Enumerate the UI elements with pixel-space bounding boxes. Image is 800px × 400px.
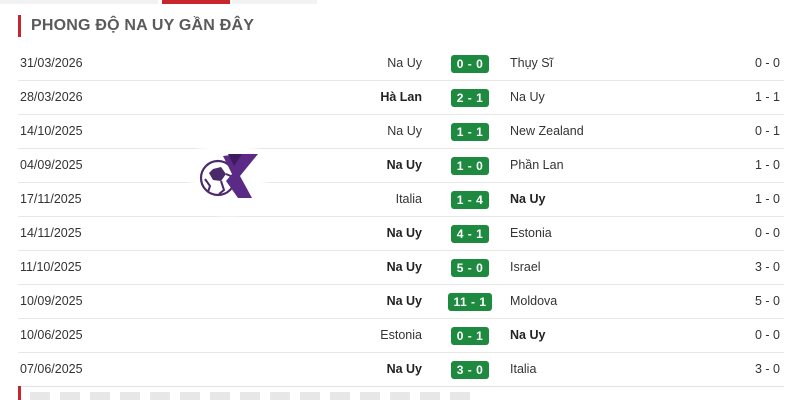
away-team[interactable]: Na Uy [510, 319, 545, 352]
match-date: 11/10/2025 [20, 260, 82, 274]
match-row[interactable]: 28/03/2026 Hà Lan 2 - 1 Na Uy 1 - 1 [18, 81, 784, 115]
watermark-logo [186, 134, 270, 218]
match-row[interactable]: 04/09/2025 Na Uy 1 - 0 Phần Lan 1 - 0 [18, 149, 784, 183]
score-badge[interactable]: 2 - 1 [451, 88, 489, 107]
away-team[interactable]: Phần Lan [510, 149, 564, 182]
away-team[interactable]: Estonia [510, 217, 552, 250]
score-badge[interactable]: 3 - 0 [451, 360, 489, 379]
next-section-accent-bar [18, 386, 21, 400]
match-row[interactable]: 14/10/2025 Na Uy 1 - 1 New Zealand 0 - 1 [18, 115, 784, 149]
score-badge[interactable]: 4 - 1 [451, 224, 489, 243]
halftime-score: 5 - 0 [754, 294, 780, 308]
home-team[interactable]: Italia [396, 183, 422, 216]
match-date: 10/09/2025 [20, 294, 83, 308]
match-row[interactable]: 17/11/2025 Italia 1 - 4 Na Uy 1 - 0 [18, 183, 784, 217]
away-team[interactable]: Na Uy [510, 81, 545, 114]
home-team[interactable]: Estonia [380, 319, 422, 352]
home-team[interactable]: Na Uy [387, 115, 422, 148]
home-team[interactable]: Na Uy [387, 353, 422, 386]
score-cell: 0 - 0 [448, 47, 492, 80]
halftime-score: 0 - 0 [754, 56, 780, 70]
section-title: PHONG ĐỘ NA UY GẦN ĐÂY [31, 17, 255, 34]
score-cell: 1 - 1 [448, 115, 492, 148]
recent-form-table: 31/03/2026 Na Uy 0 - 0 Thụy Sĩ 0 - 0 28/… [18, 47, 784, 387]
match-date: 14/10/2025 [20, 124, 83, 138]
match-date: 07/06/2025 [20, 362, 83, 376]
score-cell: 2 - 1 [448, 81, 492, 114]
away-team[interactable]: Thụy Sĩ [510, 47, 553, 80]
match-date: 04/09/2025 [20, 158, 83, 172]
score-badge[interactable]: 5 - 0 [451, 258, 489, 277]
score-badge[interactable]: 1 - 4 [451, 190, 489, 209]
away-team[interactable]: New Zealand [510, 115, 584, 148]
section-header: PHONG ĐỘ NA UY GẦN ĐÂY [18, 14, 254, 38]
match-row[interactable]: 11/10/2025 Na Uy 5 - 0 Israel 3 - 0 [18, 251, 784, 285]
tab-inactive-2[interactable] [232, 0, 317, 4]
halftime-score: 1 - 1 [754, 90, 780, 104]
score-cell: 4 - 1 [448, 217, 492, 250]
home-team[interactable]: Na Uy [387, 217, 422, 250]
home-team[interactable]: Na Uy [387, 251, 422, 284]
match-date: 14/11/2025 [20, 226, 82, 240]
score-cell: 1 - 4 [448, 183, 492, 216]
halftime-score: 3 - 0 [754, 260, 780, 274]
top-tab-strip [0, 0, 800, 6]
next-section-title-cropped [30, 392, 470, 400]
match-date: 31/03/2026 [20, 56, 83, 70]
score-cell: 0 - 1 [448, 319, 492, 352]
score-cell: 1 - 0 [448, 149, 492, 182]
score-badge[interactable]: 0 - 1 [451, 326, 489, 345]
match-row[interactable]: 31/03/2026 Na Uy 0 - 0 Thụy Sĩ 0 - 0 [18, 47, 784, 81]
away-team[interactable]: Israel [510, 251, 541, 284]
home-team[interactable]: Na Uy [387, 149, 422, 182]
match-row[interactable]: 07/06/2025 Na Uy 3 - 0 Italia 3 - 0 [18, 353, 784, 387]
halftime-score: 0 - 0 [754, 226, 780, 240]
home-team[interactable]: Na Uy [387, 285, 422, 318]
match-row[interactable]: 10/09/2025 Na Uy 11 - 1 Moldova 5 - 0 [18, 285, 784, 319]
score-badge[interactable]: 1 - 1 [451, 122, 489, 141]
score-badge[interactable]: 0 - 0 [451, 54, 489, 73]
tab-inactive-1[interactable] [0, 0, 158, 4]
match-date: 10/06/2025 [20, 328, 83, 342]
section-accent-bar [18, 15, 21, 37]
match-date: 28/03/2026 [20, 90, 83, 104]
halftime-score: 1 - 0 [754, 192, 780, 206]
score-cell: 11 - 1 [448, 285, 492, 318]
score-cell: 5 - 0 [448, 251, 492, 284]
match-row[interactable]: 14/11/2025 Na Uy 4 - 1 Estonia 0 - 0 [18, 217, 784, 251]
score-badge[interactable]: 11 - 1 [448, 292, 492, 311]
halftime-score: 0 - 0 [754, 328, 780, 342]
soccer-ball-k-logo-icon [199, 154, 258, 198]
halftime-score: 0 - 1 [754, 124, 780, 138]
score-badge[interactable]: 1 - 0 [451, 156, 489, 175]
away-team[interactable]: Na Uy [510, 183, 545, 216]
score-cell: 3 - 0 [448, 353, 492, 386]
home-team[interactable]: Hà Lan [380, 81, 422, 114]
away-team[interactable]: Italia [510, 353, 536, 386]
halftime-score: 3 - 0 [754, 362, 780, 376]
away-team[interactable]: Moldova [510, 285, 557, 318]
match-row[interactable]: 10/06/2025 Estonia 0 - 1 Na Uy 0 - 0 [18, 319, 784, 353]
home-team[interactable]: Na Uy [387, 47, 422, 80]
tab-active[interactable] [162, 0, 230, 4]
match-date: 17/11/2025 [20, 192, 82, 206]
halftime-score: 1 - 0 [754, 158, 780, 172]
